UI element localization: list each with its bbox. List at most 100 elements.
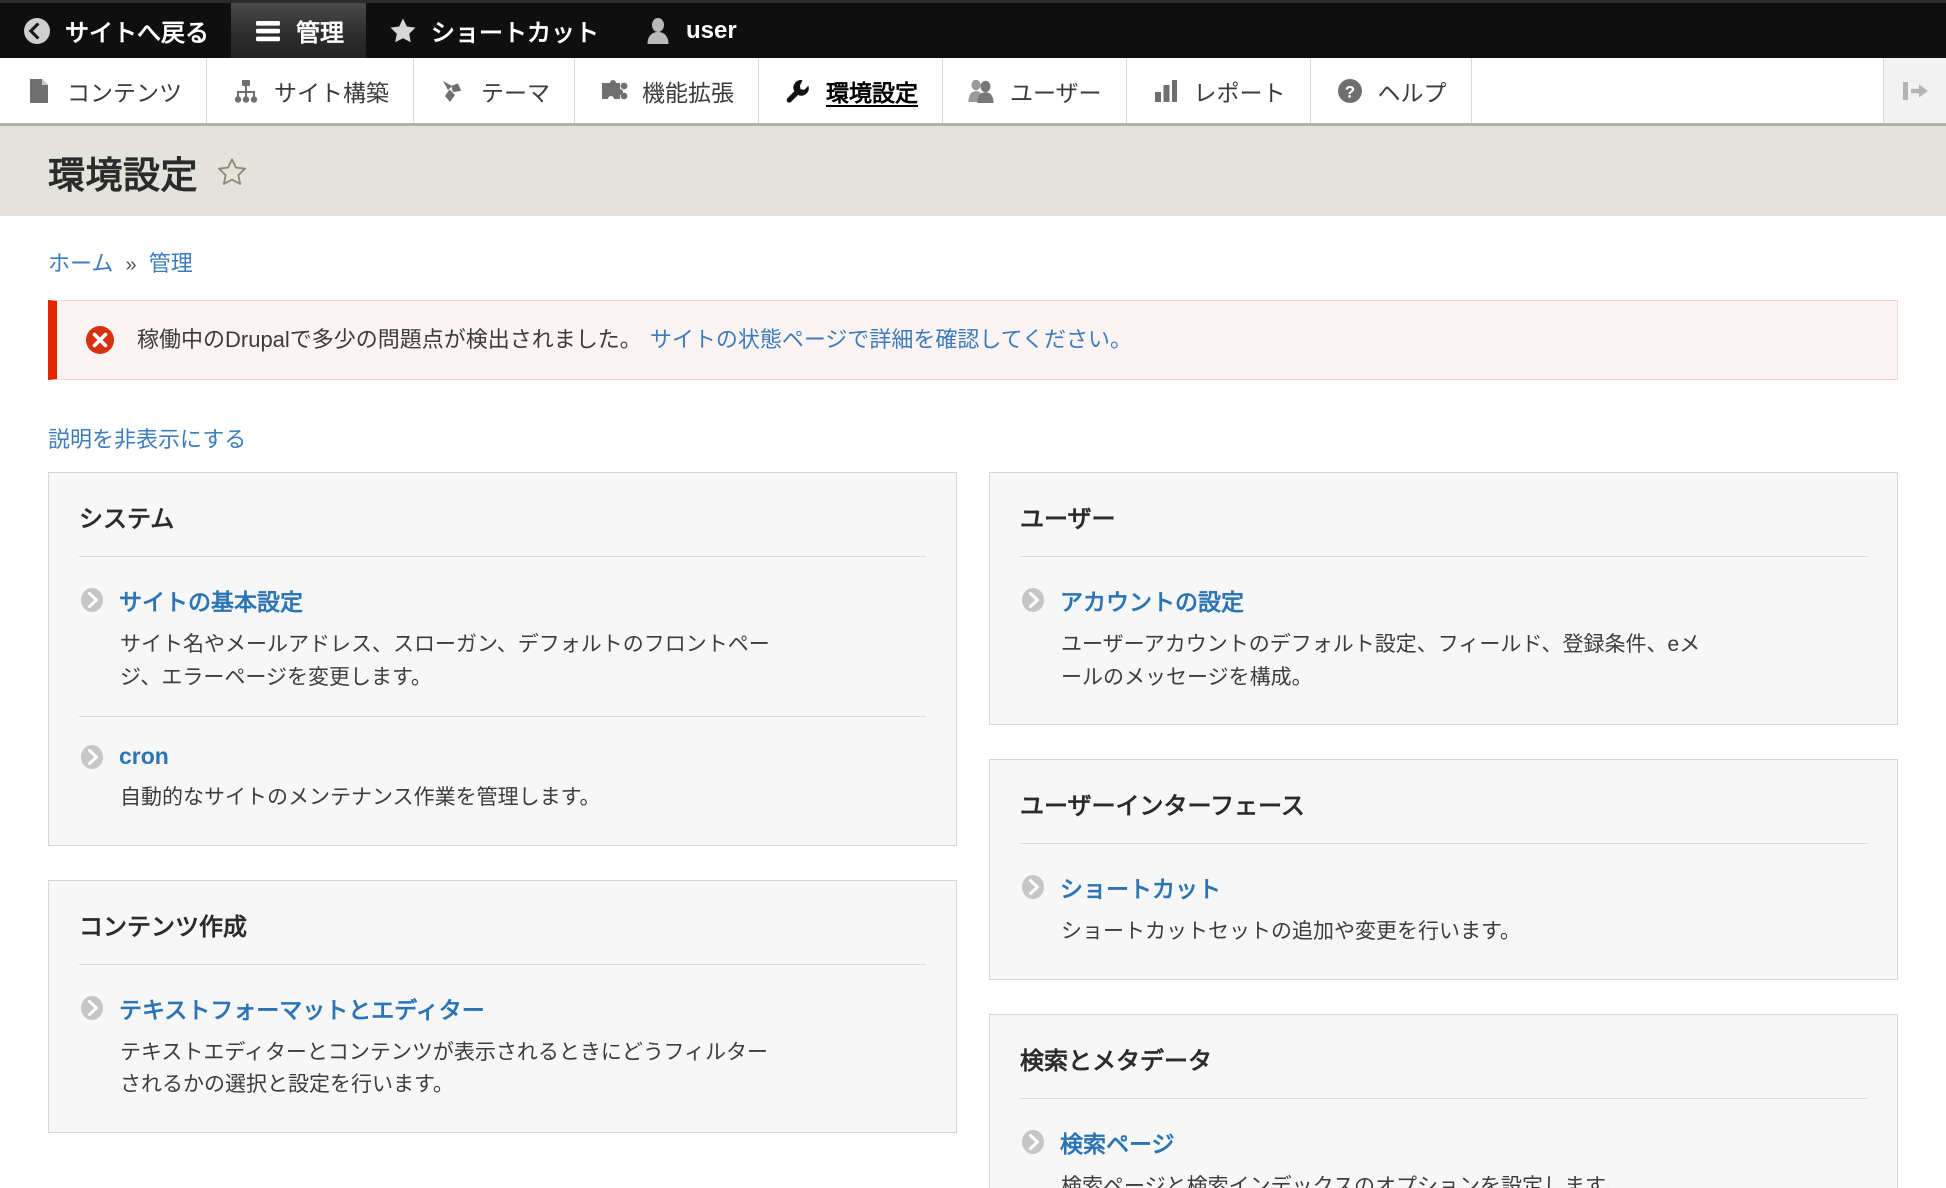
- sitemap-icon: [231, 76, 261, 106]
- panel-item-list: 検索ページ 検索ページと検索インデックスのオプションを設定します。: [1020, 1099, 1867, 1188]
- item-description: ショートカットセットの追加や変更を行います。: [1061, 920, 1521, 944]
- bar-chart-icon: [1151, 76, 1181, 106]
- item-description: 検索ページと検索インデックスのオプションを設定します。: [1061, 1174, 1625, 1188]
- panel-user-interface: ユーザーインターフェース ショートカット ショートカットセットの追加や変更を行い…: [989, 759, 1898, 980]
- list-item: サイトの基本設定 サイト名やメールアドレス、スローガン、デフォルトのフロントペー…: [79, 557, 926, 718]
- toolbar-tab-label: 管理: [296, 20, 344, 47]
- item-link-row[interactable]: アカウントの設定: [1020, 583, 1867, 617]
- back-arrow-circle-icon: [22, 16, 52, 46]
- toolbar-tab-user[interactable]: user: [621, 3, 759, 58]
- menu-item-appearance[interactable]: テーマ: [414, 58, 575, 123]
- chevron-right-circle-icon: [1020, 1129, 1046, 1155]
- hamburger-icon: [253, 16, 283, 46]
- item-link-row[interactable]: テキストフォーマットとエディター: [79, 991, 926, 1025]
- toolbar-tab-label: サイトへ戻る: [65, 20, 209, 47]
- menu-item-label: コンテンツ: [67, 79, 182, 106]
- panel-title: 検索とメタデータ: [1020, 1041, 1867, 1099]
- right-column: ユーザー アカウントの設定 ユーザーアカウントのデフォルト設定、フィールド、登録…: [989, 472, 1898, 1188]
- page-title: 環境設定: [48, 155, 198, 196]
- item-description: ユーザーアカウントのデフォルト設定、フィールド、登録条件、eメールのメッセージを…: [1061, 633, 1701, 689]
- puzzle-piece-icon: [599, 76, 629, 106]
- question-mark-icon: ?: [1335, 76, 1365, 106]
- menu-item-reports[interactable]: レポート: [1127, 58, 1311, 123]
- breadcrumb-separator: »: [125, 254, 137, 276]
- menu-item-label: サイト構築: [274, 79, 389, 106]
- panel-item-list: ショートカット ショートカットセットの追加や変更を行います。: [1020, 844, 1867, 953]
- menu-item-label: ヘルプ: [1377, 79, 1447, 106]
- item-link-cron[interactable]: cron: [119, 743, 169, 770]
- site-status-report-link[interactable]: サイトの状態ページで詳細を確認してください。: [650, 327, 1132, 352]
- error-message-body: 稼働中のDrupalで多少の問題点が検出されました。: [137, 326, 642, 352]
- item-link-row[interactable]: サイトの基本設定: [79, 583, 926, 617]
- item-link-row[interactable]: 検索ページ: [1020, 1125, 1867, 1159]
- chevron-right-circle-icon: [1020, 874, 1046, 900]
- toolbar-tab-label: user: [686, 16, 737, 44]
- item-link-search-pages[interactable]: 検索ページ: [1060, 1125, 1175, 1159]
- panel-title: ユーザーインターフェース: [1020, 786, 1867, 845]
- admin-menu-bar: コンテンツ サイト構築 テーマ 機能拡張 環境設定 ユーザー レポート ? ヘル…: [0, 58, 1946, 124]
- list-item: cron 自動的なサイトのメンテナンス作業を管理します。: [79, 717, 926, 819]
- chevron-right-circle-icon: [79, 587, 105, 613]
- page-header: 環境設定: [0, 124, 1946, 216]
- list-item: ショートカット ショートカットセットの追加や変更を行います。: [1020, 844, 1867, 953]
- menu-item-label: 機能拡張: [642, 79, 734, 106]
- menu-spacer: [1472, 58, 1884, 123]
- chevron-right-circle-icon: [79, 995, 105, 1021]
- hide-descriptions-link[interactable]: 説明を非表示にする: [48, 422, 246, 454]
- item-link-row[interactable]: cron: [79, 743, 926, 770]
- left-column: システム サイトの基本設定 サイト名やメールアドレス、スローガン、デフォルトのフ…: [48, 472, 957, 1167]
- toolbar-tab-shortcuts[interactable]: ショートカット: [366, 3, 621, 58]
- menu-item-structure[interactable]: サイト構築: [207, 58, 414, 123]
- panel-title: システム: [79, 499, 926, 557]
- menu-item-content[interactable]: コンテンツ: [0, 58, 207, 123]
- chevron-right-circle-icon: [79, 744, 105, 770]
- item-link-row[interactable]: ショートカット: [1020, 870, 1867, 904]
- item-description: サイト名やメールアドレス、スローガン、デフォルトのフロントページ、エラーページを…: [120, 633, 770, 689]
- item-link-shortcuts[interactable]: ショートカット: [1060, 870, 1221, 904]
- breadcrumb: ホーム » 管理: [48, 216, 1898, 300]
- toolbar-tab-back-to-site[interactable]: サイトへ戻る: [0, 3, 231, 58]
- paintbrush-icon: [438, 76, 468, 106]
- item-link-text-formats-editors[interactable]: テキストフォーマットとエディター: [119, 991, 485, 1025]
- panel-content-authoring: コンテンツ作成 テキストフォーマットとエディター テキストエディターとコンテンツ…: [48, 879, 957, 1133]
- panel-item-list: テキストフォーマットとエディター テキストエディターとコンテンツが表示されるとき…: [79, 965, 926, 1106]
- item-description: 自動的なサイトのメンテナンス作業を管理します。: [120, 786, 601, 810]
- chevron-right-circle-icon: [1020, 587, 1046, 613]
- menu-item-label: テーマ: [481, 79, 550, 106]
- panel-item-list: サイトの基本設定 サイト名やメールアドレス、スローガン、デフォルトのフロントペー…: [79, 557, 926, 819]
- panel-item-list: アカウントの設定 ユーザーアカウントのデフォルト設定、フィールド、登録条件、eメ…: [1020, 557, 1867, 698]
- list-item: テキストフォーマットとエディター テキストエディターとコンテンツが表示されるとき…: [79, 965, 926, 1106]
- toolbar-tab-label: ショートカット: [431, 20, 599, 47]
- toolbar-tab-manage[interactable]: 管理: [231, 3, 366, 58]
- menu-item-label: ユーザー: [1010, 79, 1102, 106]
- wrench-icon: [783, 76, 813, 106]
- menu-item-label: 環境設定: [826, 79, 918, 106]
- menu-item-label: レポート: [1193, 79, 1286, 106]
- svg-text:?: ?: [1344, 82, 1354, 101]
- configuration-panels: システム サイトの基本設定 サイト名やメールアドレス、スローガン、デフォルトのフ…: [48, 472, 1898, 1188]
- error-circle-x-icon: [83, 323, 117, 357]
- main-content: ホーム » 管理 稼働中のDrupalで多少の問題点が検出されました。 サイトの状…: [0, 216, 1946, 1188]
- toolbar-orientation-toggle-icon[interactable]: [1884, 58, 1946, 123]
- star-outline-icon[interactable]: [216, 156, 248, 188]
- item-link-account-settings[interactable]: アカウントの設定: [1060, 583, 1244, 617]
- breadcrumb-item-admin[interactable]: 管理: [149, 251, 193, 276]
- people-icon: [967, 76, 997, 106]
- menu-item-configuration[interactable]: 環境設定: [759, 58, 943, 123]
- menu-item-extend[interactable]: 機能拡張: [575, 58, 759, 123]
- panel-people: ユーザー アカウントの設定 ユーザーアカウントのデフォルト設定、フィールド、登録…: [989, 472, 1898, 726]
- panel-title: ユーザー: [1020, 499, 1867, 557]
- item-description: テキストエディターとコンテンツが表示されるときにどうフィルターされるかの選択と設…: [120, 1040, 769, 1097]
- panel-system: システム サイトの基本設定 サイト名やメールアドレス、スローガン、デフォルトのフ…: [48, 472, 957, 846]
- item-link-basic-site-settings[interactable]: サイトの基本設定: [119, 583, 303, 617]
- list-item: 検索ページ 検索ページと検索インデックスのオプションを設定します。: [1020, 1099, 1867, 1188]
- panel-search-and-metadata: 検索とメタデータ 検索ページ 検索ページと検索インデックスのオプションを設定しま…: [989, 1013, 1898, 1188]
- menu-item-help[interactable]: ? ヘルプ: [1311, 58, 1472, 123]
- menu-item-people[interactable]: ユーザー: [943, 58, 1127, 123]
- star-icon: [388, 16, 418, 46]
- status-message-error: 稼働中のDrupalで多少の問題点が検出されました。 サイトの状態ページで詳細を確…: [48, 300, 1898, 380]
- list-item: アカウントの設定 ユーザーアカウントのデフォルト設定、フィールド、登録条件、eメ…: [1020, 557, 1867, 698]
- breadcrumb-item-home[interactable]: ホーム: [48, 251, 113, 276]
- panel-title: コンテンツ作成: [79, 907, 926, 965]
- admin-toolbar: サイトへ戻る 管理 ショートカット user: [0, 0, 1946, 58]
